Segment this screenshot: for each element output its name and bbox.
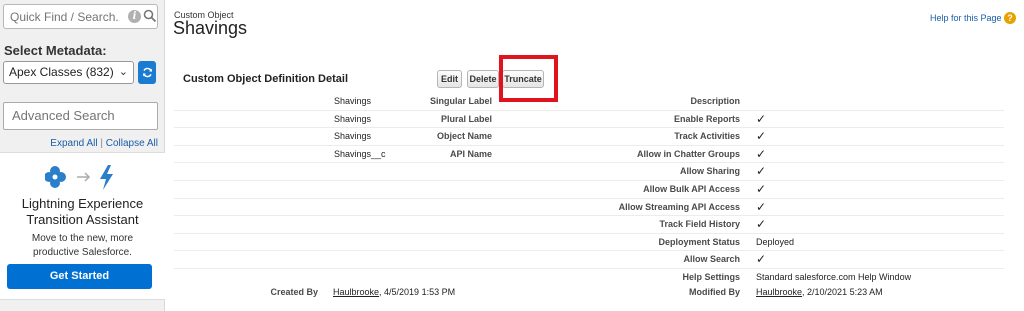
modified-by-date: , 2/10/2021 5:23 AM bbox=[802, 287, 883, 297]
refresh-button[interactable] bbox=[138, 61, 156, 84]
chevron-down-icon: ⌄ bbox=[118, 66, 128, 78]
lightning-desc-line2: productive Salesforce. bbox=[33, 247, 132, 258]
field-value: Standard salesforce.com Help Window bbox=[756, 271, 912, 282]
expand-all-link[interactable]: Expand All bbox=[50, 138, 97, 149]
field-label: Description bbox=[690, 96, 740, 106]
checkmark-icon: ✓ bbox=[756, 146, 767, 161]
field-value: Shavings bbox=[334, 96, 372, 106]
table-row: Object Name Shavings Track Activities ✓ bbox=[174, 128, 1004, 146]
modified-by-user-link[interactable]: Haulbrooke bbox=[756, 287, 802, 297]
link-separator: | bbox=[100, 138, 103, 149]
field-label: Object Name bbox=[436, 131, 492, 142]
help-icon[interactable]: ? bbox=[1004, 12, 1016, 24]
field-label: Allow Bulk API Access bbox=[643, 183, 740, 194]
transition-illustration bbox=[45, 165, 113, 190]
checkmark-icon: ✓ bbox=[756, 129, 767, 144]
info-icon[interactable]: i bbox=[128, 10, 141, 23]
flower-icon bbox=[45, 166, 66, 188]
metadata-select[interactable]: Apex Classes (832) ⌄ bbox=[3, 61, 134, 84]
quick-find-input[interactable] bbox=[10, 8, 120, 25]
checkmark-icon: ✓ bbox=[756, 217, 767, 232]
search-icon[interactable] bbox=[143, 9, 157, 23]
checkmark-icon: ✓ bbox=[756, 199, 767, 214]
checkmark-icon: ✓ bbox=[756, 181, 767, 196]
lightning-bolt-icon bbox=[100, 165, 113, 190]
help-for-page-link[interactable]: Help for this Page bbox=[930, 13, 1002, 23]
expand-collapse-links: Expand All | Collapse All bbox=[0, 138, 158, 149]
table-row: Singular Label Shavings Description bbox=[174, 93, 1004, 111]
field-value: Deployed bbox=[756, 236, 795, 247]
lightning-title-line2: Transition Assistant bbox=[26, 212, 139, 227]
select-metadata-label: Select Metadata: bbox=[4, 43, 107, 58]
field-label: Singular Label bbox=[429, 96, 492, 106]
checkmark-icon: ✓ bbox=[756, 111, 767, 126]
field-value: Shavings bbox=[334, 113, 372, 124]
field-label: Allow Streaming API Access bbox=[618, 201, 740, 212]
table-row: Plural Label Shavings Enable Reports ✓ bbox=[174, 111, 1004, 129]
detail-table: Singular Label Shavings Description Plur… bbox=[174, 93, 1004, 287]
lightning-title-line1: Lightning Experience bbox=[21, 196, 144, 211]
arrow-right-icon bbox=[77, 172, 91, 182]
advanced-search-input[interactable] bbox=[12, 108, 152, 123]
audit-row: Created By Haulbrooke, 4/5/2019 1:53 PM … bbox=[174, 285, 1004, 301]
checkmark-icon: ✓ bbox=[756, 252, 767, 267]
field-label: Plural Label bbox=[440, 113, 492, 124]
field-label: Help Settings bbox=[682, 271, 740, 282]
table-row: Help Settings Standard salesforce.com He… bbox=[174, 269, 1004, 287]
lightning-desc-line1: Move to the new, more bbox=[31, 233, 134, 244]
refresh-icon bbox=[142, 67, 152, 78]
field-label: Allow Sharing bbox=[679, 166, 740, 177]
sidebar: i Select Metadata: Apex Classes (832) ⌄ … bbox=[0, 0, 165, 311]
table-row: API Name Shavings__c Allow in Chatter Gr… bbox=[174, 146, 1004, 164]
created-by-label: Created By bbox=[270, 287, 318, 297]
lightning-title: Lightning Experience Transition Assistan… bbox=[0, 196, 165, 228]
field-label: Allow in Chatter Groups bbox=[636, 148, 740, 159]
lightning-transition-panel: Lightning Experience Transition Assistan… bbox=[0, 152, 165, 300]
field-label: Track Activities bbox=[674, 131, 740, 142]
metadata-selected-value: Apex Classes (832) bbox=[9, 65, 114, 79]
table-row: Allow Streaming API Access ✓ bbox=[174, 199, 1004, 217]
table-row: Allow Search ✓ bbox=[174, 251, 1004, 269]
field-value: Shavings__c bbox=[334, 148, 386, 159]
delete-button[interactable]: Delete bbox=[467, 70, 499, 88]
table-row: Track Field History ✓ bbox=[174, 216, 1004, 234]
field-label: Track Field History bbox=[659, 219, 740, 230]
quick-find-box[interactable]: i bbox=[3, 4, 158, 29]
created-by-value: Haulbrooke, 4/5/2019 1:53 PM bbox=[333, 287, 455, 297]
field-label: Allow Search bbox=[683, 254, 740, 265]
modified-by-label: Modified By bbox=[689, 287, 740, 297]
collapse-all-link[interactable]: Collapse All bbox=[106, 138, 158, 149]
checkmark-icon: ✓ bbox=[756, 164, 767, 179]
created-by-date: , 4/5/2019 1:53 PM bbox=[379, 287, 456, 297]
page-title: Shavings bbox=[173, 18, 248, 38]
table-row: Allow Bulk API Access ✓ bbox=[174, 181, 1004, 199]
lightning-description: Move to the new, more productive Salesfo… bbox=[0, 232, 165, 260]
field-label: Enable Reports bbox=[673, 113, 740, 124]
field-label: API Name bbox=[449, 148, 492, 159]
modified-by-value: Haulbrooke, 2/10/2021 5:23 AM bbox=[756, 287, 883, 297]
created-by-user-link[interactable]: Haulbrooke bbox=[333, 287, 379, 297]
advanced-search-box[interactable] bbox=[3, 102, 158, 130]
table-row: Deployment Status Deployed bbox=[174, 234, 1004, 252]
field-value: Shavings bbox=[334, 131, 372, 142]
edit-button[interactable]: Edit bbox=[437, 70, 462, 88]
get-started-button[interactable]: Get Started bbox=[7, 264, 152, 289]
table-row: Allow Sharing ✓ bbox=[174, 163, 1004, 181]
section-title: Custom Object Definition Detail bbox=[183, 73, 349, 85]
field-label: Deployment Status bbox=[658, 236, 740, 247]
